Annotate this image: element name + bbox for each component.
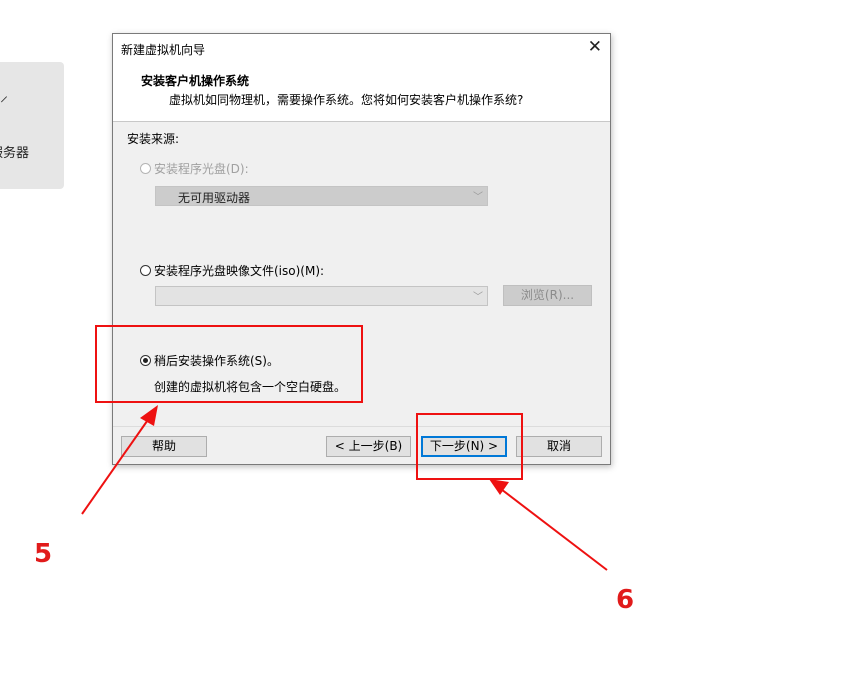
annotation-arrows: [81, 405, 608, 571]
annotation-arrow-5: [81, 413, 153, 515]
arrowhead-5: [140, 405, 158, 426]
step-number-6: 6: [616, 585, 635, 615]
annotation-arrow-6: [496, 485, 608, 571]
step-number-5: 5: [34, 539, 53, 569]
